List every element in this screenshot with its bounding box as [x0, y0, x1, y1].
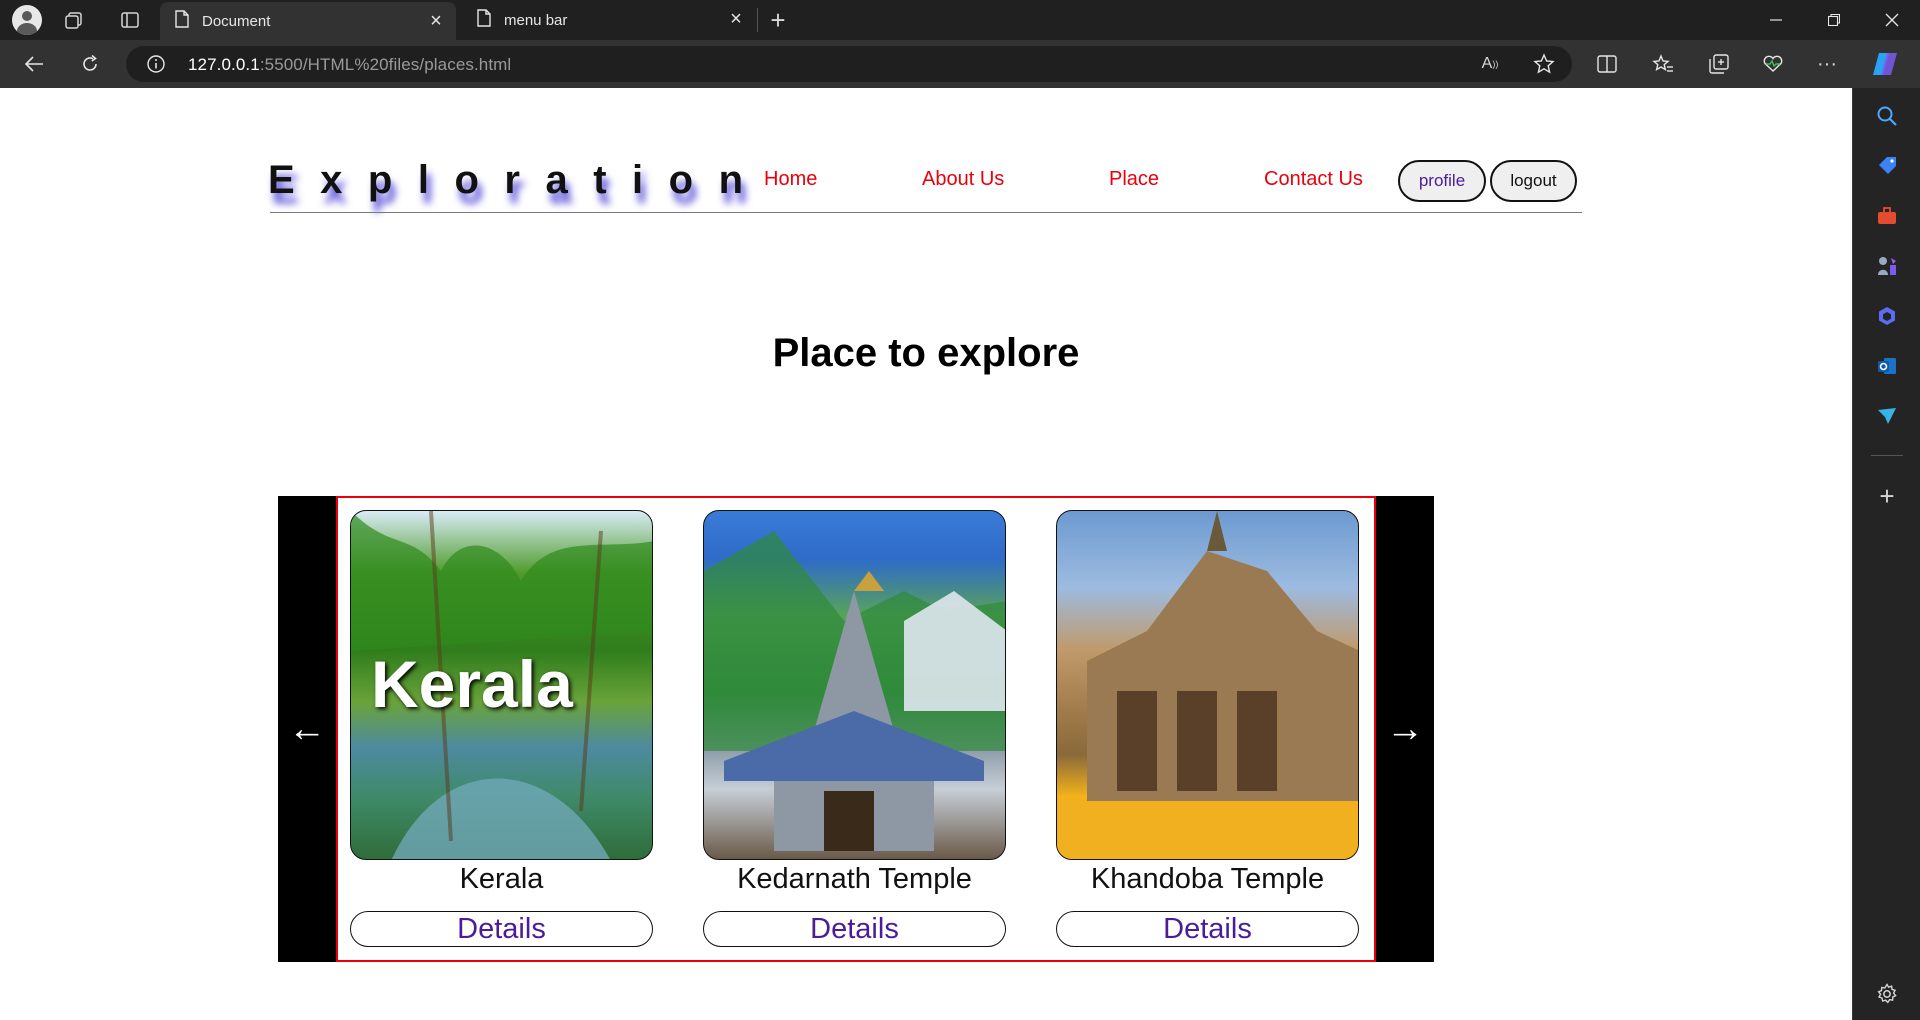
browser-profile-button[interactable] — [10, 5, 44, 35]
microsoft-365-icon[interactable] — [1871, 300, 1903, 332]
more-options-icon[interactable]: ··· — [1814, 52, 1840, 76]
settings-gear-icon[interactable] — [1871, 978, 1903, 1010]
nav-about-link[interactable]: About Us — [922, 168, 1004, 191]
browser-address-bar: 127.0.0.1:5500/HTML%20files/places.html … — [0, 40, 1920, 88]
web-page: Exploration Home About Us Place Contact … — [0, 88, 1852, 1020]
slider-next-arrow-icon[interactable]: → — [1376, 496, 1434, 962]
logout-button[interactable]: logout — [1490, 160, 1577, 202]
place-name: Khandoba Temple — [1090, 863, 1325, 895]
nav-place-link[interactable]: Place — [1109, 168, 1159, 191]
favorites-icon[interactable] — [1650, 52, 1676, 76]
kedarnath-temple-image — [703, 510, 1006, 860]
profile-button[interactable]: profile — [1398, 160, 1486, 202]
vertical-tabs-icon[interactable] — [118, 8, 142, 32]
shopping-tag-icon[interactable] — [1871, 150, 1903, 182]
split-screen-icon[interactable] — [1594, 52, 1620, 76]
copilot-icon[interactable] — [1870, 50, 1900, 78]
refresh-icon[interactable] — [76, 52, 104, 76]
tools-icon[interactable] — [1871, 200, 1903, 232]
khandoba-temple-image — [1056, 510, 1359, 860]
new-tab-icon[interactable]: + — [766, 5, 790, 35]
place-name: Kerala — [459, 863, 544, 895]
search-icon[interactable] — [1871, 100, 1903, 132]
browser-essentials-icon[interactable] — [1760, 52, 1786, 76]
edge-sidebar: + — [1852, 88, 1920, 1020]
read-aloud-icon[interactable]: A)) — [1478, 54, 1502, 74]
url-text: 127.0.0.1:5500/HTML%20files/places.html — [188, 55, 512, 74]
favorite-star-icon[interactable] — [1532, 53, 1556, 75]
kerala-image: Kerala — [350, 510, 653, 860]
close-window-icon[interactable] — [1864, 0, 1920, 40]
sidebar-divider — [1871, 455, 1903, 456]
browser-tab-bar: Document × menu bar × + — [0, 0, 1920, 40]
details-button[interactable]: Details — [1056, 911, 1359, 947]
place-card-kerala: Kerala Kerala Details — [350, 510, 653, 947]
header-divider — [270, 212, 1582, 213]
slider-prev-arrow-icon[interactable]: ← — [278, 496, 336, 962]
tab-close-icon[interactable]: × — [426, 10, 446, 32]
restore-icon[interactable] — [1806, 0, 1862, 40]
kerala-image-caption: Kerala — [371, 647, 573, 721]
tab-menu-bar-title: menu bar — [504, 11, 568, 29]
profile-avatar-icon — [12, 5, 42, 35]
slider-track: Kerala Kerala Details Kedarnath Temple D… — [336, 496, 1376, 962]
send-icon[interactable] — [1871, 400, 1903, 432]
tab-close-icon[interactable]: × — [726, 8, 746, 30]
place-card-khandoba: Khandoba Temple Details — [1056, 510, 1359, 947]
minimize-icon[interactable] — [1748, 0, 1804, 40]
url-field[interactable]: 127.0.0.1:5500/HTML%20files/places.html … — [126, 46, 1572, 82]
page-title: Place to explore — [772, 331, 1080, 375]
nav-contact-link[interactable]: Contact Us — [1264, 168, 1363, 191]
place-name: Kedarnath Temple — [737, 863, 972, 895]
workspaces-icon[interactable] — [62, 8, 86, 32]
outlook-icon[interactable] — [1871, 350, 1903, 382]
collections-icon[interactable] — [1706, 52, 1732, 76]
tab-document[interactable]: Document × — [160, 2, 456, 40]
add-sidebar-item-icon[interactable]: + — [1871, 480, 1903, 512]
site-info-icon[interactable] — [146, 54, 166, 74]
place-card-kedarnath: Kedarnath Temple Details — [703, 510, 1006, 947]
back-arrow-icon[interactable] — [20, 52, 48, 76]
details-button[interactable]: Details — [703, 911, 1006, 947]
brand-logo-text[interactable]: Exploration — [268, 158, 769, 203]
document-icon — [476, 9, 492, 31]
tab-separator — [757, 8, 758, 32]
details-button[interactable]: Details — [350, 911, 653, 947]
nav-home-link[interactable]: Home — [764, 168, 817, 191]
tab-menu-bar[interactable]: menu bar × — [462, 0, 756, 40]
places-slider: ← Kerala Kerala Details Kedarnath Temple… — [278, 496, 1434, 962]
document-icon — [174, 10, 190, 32]
games-icon[interactable] — [1871, 250, 1903, 282]
tab-document-title: Document — [202, 12, 271, 30]
